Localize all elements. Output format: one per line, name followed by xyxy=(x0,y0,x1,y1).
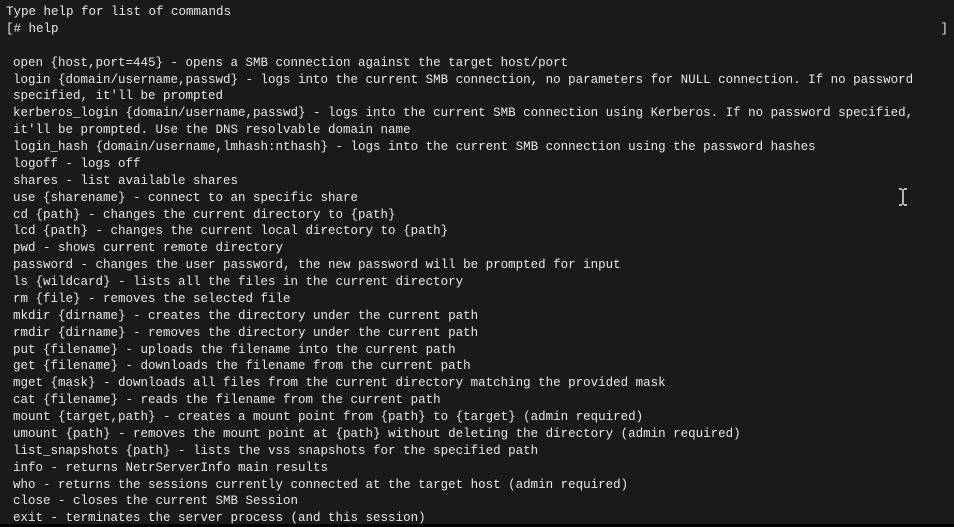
help-command-line: rmdir {dirname} - removes the directory … xyxy=(6,325,948,342)
help-command-line: rm {file} - removes the selected file xyxy=(6,291,948,308)
help-command-line: shares - list available shares xyxy=(6,173,948,190)
prompt-right: ] xyxy=(940,21,948,38)
help-command-line: ls {wildcard} - lists all the files in t… xyxy=(6,274,948,291)
help-command-line: lcd {path} - changes the current local d… xyxy=(6,223,948,240)
help-command-line: kerberos_login {domain/username,passwd} … xyxy=(6,105,948,139)
help-command-line: umount {path} - removes the mount point … xyxy=(6,426,948,443)
prompt-left: [# help xyxy=(6,21,59,38)
help-command-line: cd {path} - changes the current director… xyxy=(6,207,948,224)
help-command-line: cat {filename} - reads the filename from… xyxy=(6,392,948,409)
help-command-line: info - returns NetrServerInfo main resul… xyxy=(6,460,948,477)
help-command-line: mount {target,path} - creates a mount po… xyxy=(6,409,948,426)
header-text: Type help for list of commands xyxy=(6,4,948,21)
help-command-line: login_hash {domain/username,lmhash:nthas… xyxy=(6,139,948,156)
help-command-line: open {host,port=445} - opens a SMB conne… xyxy=(6,55,948,72)
help-command-line: mkdir {dirname} - creates the directory … xyxy=(6,308,948,325)
help-command-line: exit - terminates the server process (an… xyxy=(6,510,948,527)
help-command-line: list_snapshots {path} - lists the vss sn… xyxy=(6,443,948,460)
blank-line xyxy=(6,38,948,55)
command-help-list: open {host,port=445} - opens a SMB conne… xyxy=(6,55,948,527)
help-command-line: who - returns the sessions currently con… xyxy=(6,477,948,494)
help-command-line: close - closes the current SMB Session xyxy=(6,493,948,510)
help-command-line: login {domain/username,passwd} - logs in… xyxy=(6,72,948,106)
help-command-line: use {sharename} - connect to an specific… xyxy=(6,190,948,207)
help-command-line: password - changes the user password, th… xyxy=(6,257,948,274)
prompt-line: [# help ] xyxy=(6,21,948,38)
help-command-line: get {filename} - downloads the filename … xyxy=(6,358,948,375)
terminal-window[interactable]: Type help for list of commands [# help ]… xyxy=(0,0,954,524)
help-command-line: logoff - logs off xyxy=(6,156,948,173)
help-command-line: pwd - shows current remote directory xyxy=(6,240,948,257)
help-command-line: put {filename} - uploads the filename in… xyxy=(6,342,948,359)
help-command-line: mget {mask} - downloads all files from t… xyxy=(6,375,948,392)
